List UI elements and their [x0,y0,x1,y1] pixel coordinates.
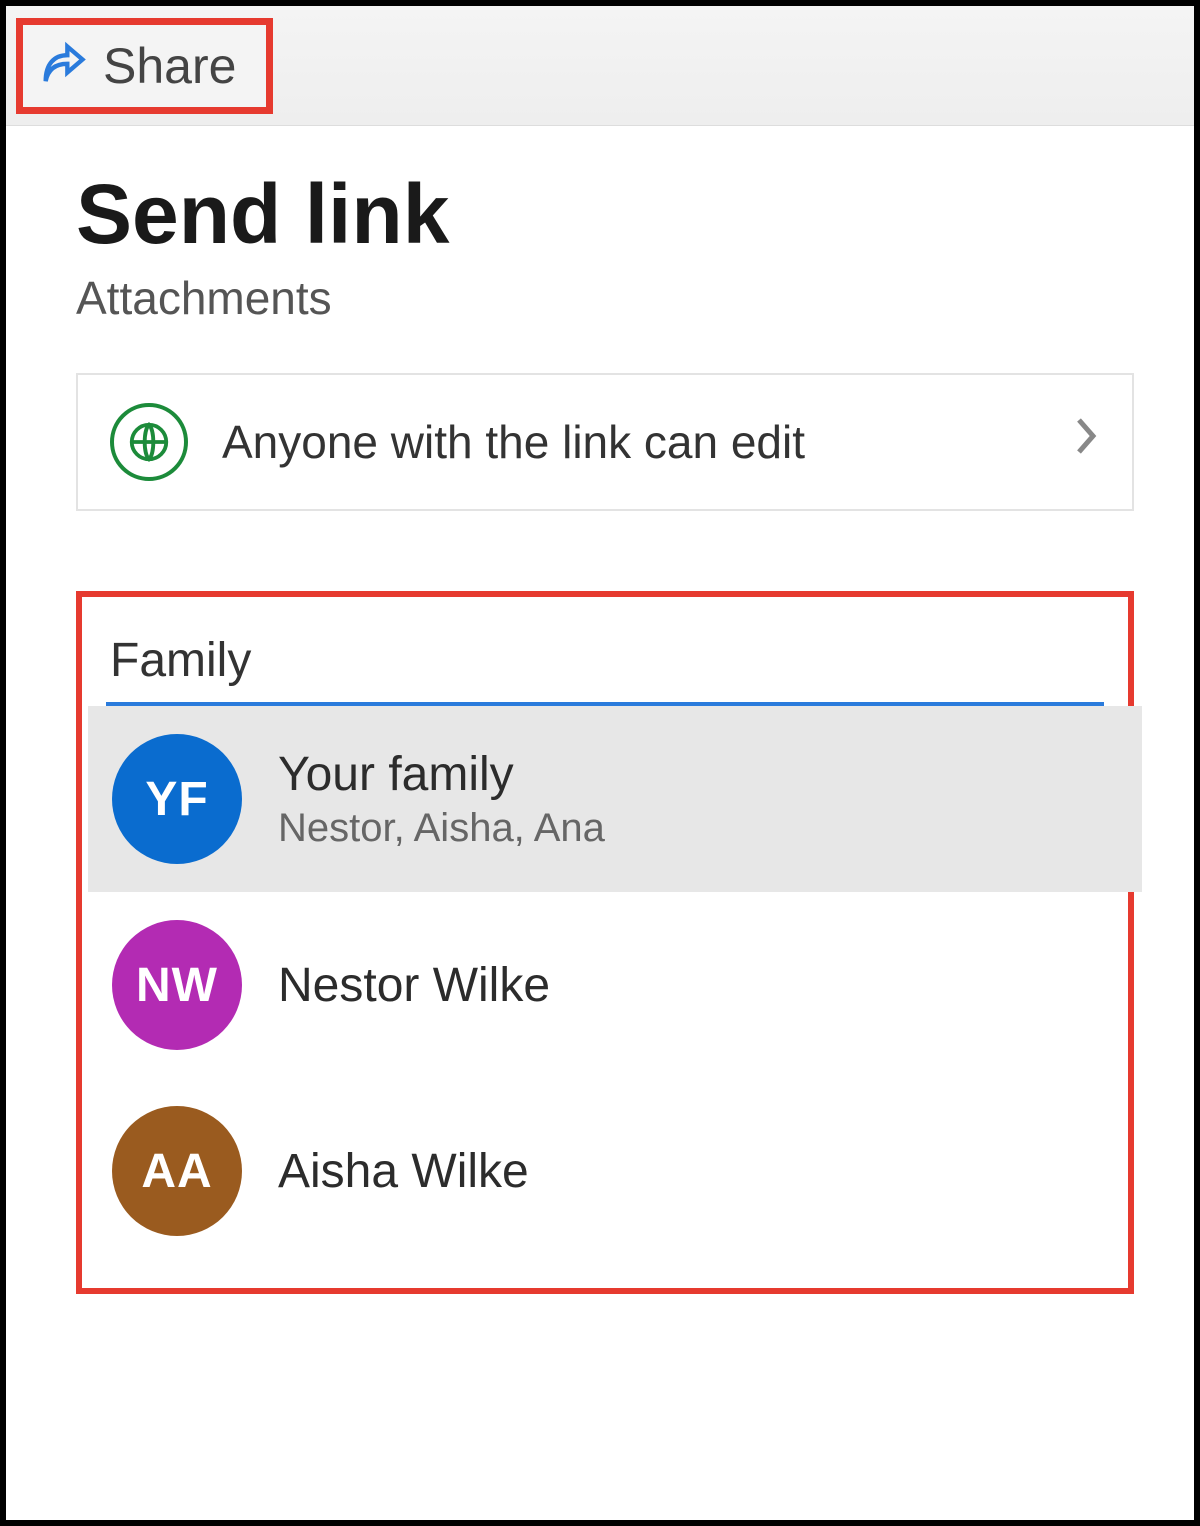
suggestion-name: Aisha Wilke [278,1144,529,1199]
suggestion-text: Nestor Wilke [278,958,550,1013]
avatar-initials: YF [145,772,208,827]
suggestion-subtext: Nestor, Aisha, Ana [278,806,605,851]
dialog-subtitle: Attachments [76,271,1134,325]
avatar: NW [112,920,242,1050]
suggestion-text: Aisha Wilke [278,1144,529,1199]
avatar-initials: AA [141,1144,212,1199]
avatar: AA [112,1106,242,1236]
chevron-right-icon [1072,412,1102,472]
permission-label: Anyone with the link can edit [222,415,1038,469]
people-picker: YF Your family Nestor, Aisha, Ana NW Nes… [76,591,1134,1294]
dialog-title: Send link [76,166,1134,263]
share-icon [37,40,89,92]
suggestion-name: Your family [278,747,605,802]
recipient-search-input[interactable] [106,623,1104,706]
suggestion-list: YF Your family Nestor, Aisha, Ana NW Nes… [88,706,1122,1264]
app-frame: Share Send link Attachments Anyone with … [0,0,1200,1526]
share-button[interactable]: Share [16,18,273,114]
suggestion-text: Your family Nestor, Aisha, Ana [278,747,605,851]
avatar: YF [112,734,242,864]
toolbar: Share [6,6,1194,126]
share-dialog: Send link Attachments Anyone with the li… [6,126,1194,1294]
avatar-initials: NW [136,958,218,1013]
globe-icon [110,403,188,481]
suggestion-your-family[interactable]: YF Your family Nestor, Aisha, Ana [88,706,1142,892]
search-field-wrap [88,611,1122,706]
suggestion-aisha-wilke[interactable]: AA Aisha Wilke [88,1078,1142,1264]
share-button-label: Share [103,37,236,95]
link-permission-selector[interactable]: Anyone with the link can edit [76,373,1134,511]
suggestion-nestor-wilke[interactable]: NW Nestor Wilke [88,892,1142,1078]
suggestion-name: Nestor Wilke [278,958,550,1013]
